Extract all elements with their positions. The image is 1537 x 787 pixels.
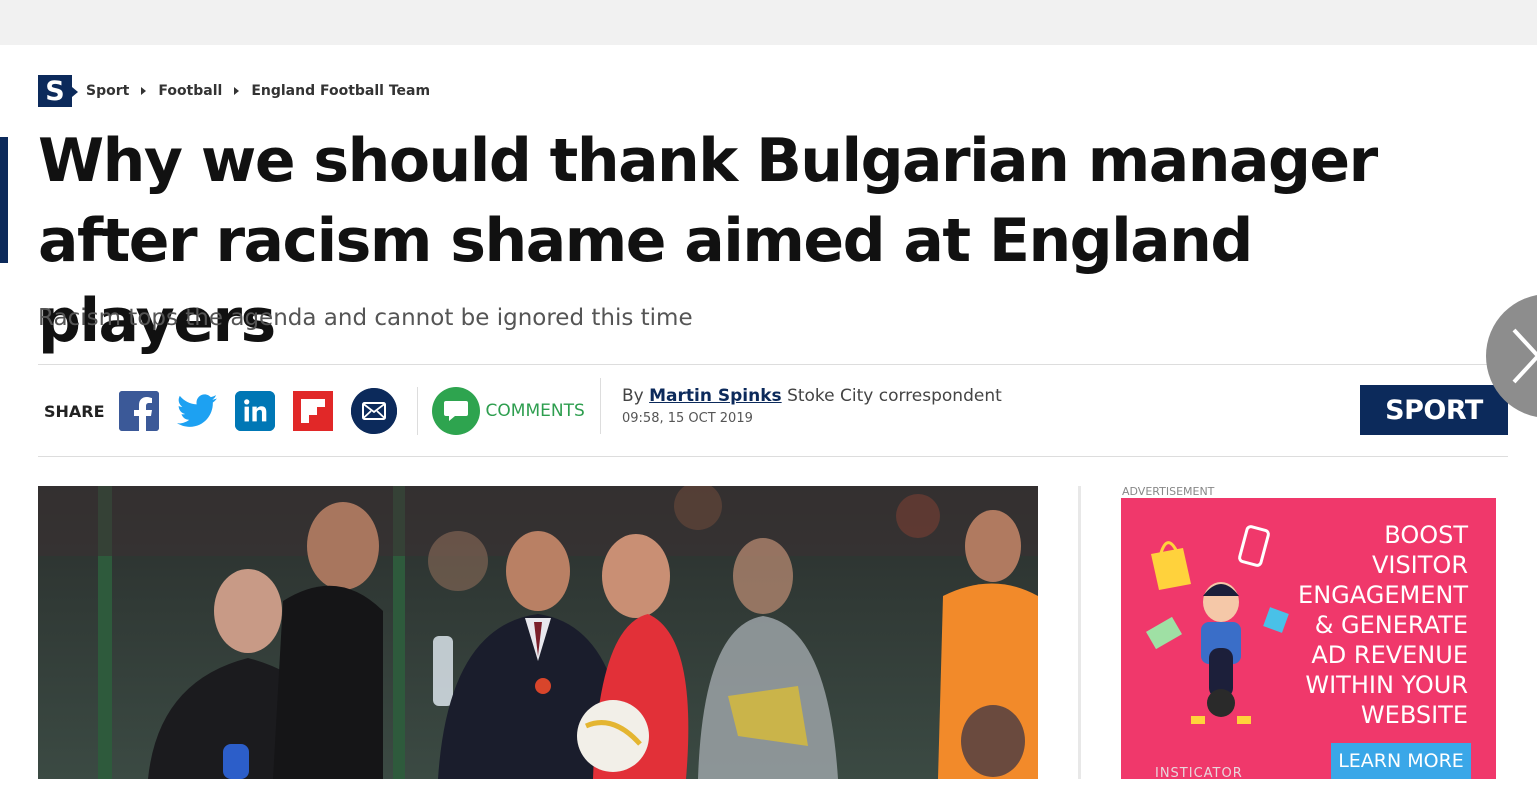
email-icon[interactable] xyxy=(350,388,397,434)
breadcrumb-arrow-icon xyxy=(234,87,240,95)
comments-button[interactable]: COMMENTS xyxy=(431,387,585,435)
byline-prefix: By xyxy=(622,386,644,406)
ad-learn-more-button[interactable]: LEARN MORE xyxy=(1331,743,1471,779)
advertisement-banner[interactable]: BOOST VISITOR ENGAGEMENT & GENERATE AD R… xyxy=(1121,498,1496,779)
breadcrumb: S Sport Football England Football Team xyxy=(38,75,430,107)
ad-brand-logo: INSTICATOR xyxy=(1155,766,1243,779)
breadcrumb-england-football-team[interactable]: England Football Team xyxy=(251,83,430,99)
share-divider xyxy=(416,387,418,435)
breadcrumb-arrow-icon xyxy=(141,87,147,95)
breadcrumb-sport[interactable]: Sport xyxy=(86,83,129,99)
article-standfirst: Racism tops the agenda and cannot be ign… xyxy=(38,305,693,331)
divider xyxy=(38,456,1508,457)
author-link[interactable]: Martin Spinks xyxy=(649,386,782,406)
author-role: Stoke City correspondent xyxy=(787,386,1002,406)
hero-image xyxy=(38,486,1038,779)
breadcrumb-football[interactable]: Football xyxy=(158,83,222,99)
publish-date: 09:58, 15 OCT 2019 xyxy=(622,411,753,426)
comment-bubble-icon xyxy=(431,387,480,435)
next-article-arrow[interactable] xyxy=(1486,294,1537,418)
byline: By Martin Spinks Stoke City corresponden… xyxy=(600,378,1002,434)
comments-label: COMMENTS xyxy=(485,401,585,421)
share-bar: SHARE COMMENTS xyxy=(44,385,601,437)
ad-headline: BOOST VISITOR ENGAGEMENT & GENERATE AD R… xyxy=(1298,521,1468,729)
site-logo[interactable]: S xyxy=(38,75,78,107)
advertisement-label: ADVERTISEMENT xyxy=(1122,485,1215,498)
linkedin-icon[interactable] xyxy=(234,391,275,431)
flipboard-icon[interactable] xyxy=(292,391,333,431)
share-label: SHARE xyxy=(44,401,105,421)
column-divider xyxy=(1078,486,1081,779)
facebook-icon[interactable] xyxy=(118,391,159,431)
headline-accent-bar xyxy=(0,137,8,263)
chevron-right-icon xyxy=(1512,328,1537,384)
browser-top-strip xyxy=(0,0,1537,45)
divider xyxy=(38,364,1508,365)
stadium-photo-illustration xyxy=(38,486,1038,779)
twitter-icon[interactable] xyxy=(176,391,217,431)
